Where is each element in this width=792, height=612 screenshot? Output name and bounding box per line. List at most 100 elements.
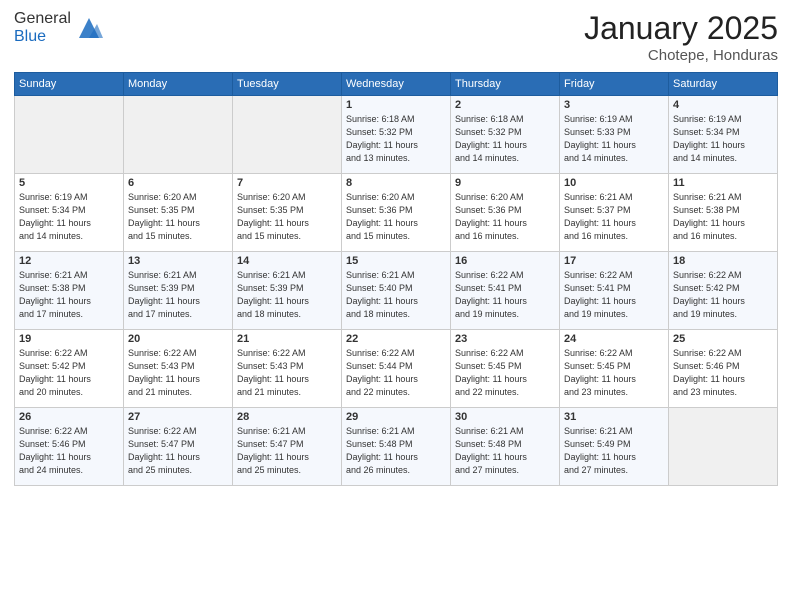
cell-info: Daylight: 11 hours — [346, 217, 446, 230]
cell-info: Daylight: 11 hours — [673, 139, 773, 152]
calendar-cell: 2Sunrise: 6:18 AMSunset: 5:32 PMDaylight… — [451, 96, 560, 174]
logo: General Blue — [14, 10, 103, 46]
cell-info: and 14 minutes. — [455, 152, 555, 165]
calendar-cell — [124, 96, 233, 174]
cell-info: Sunset: 5:33 PM — [564, 126, 664, 139]
cell-info: Sunset: 5:36 PM — [346, 204, 446, 217]
calendar-cell: 12Sunrise: 6:21 AMSunset: 5:38 PMDayligh… — [15, 252, 124, 330]
cell-info: Daylight: 11 hours — [237, 451, 337, 464]
cell-info: Sunset: 5:34 PM — [673, 126, 773, 139]
cell-info: Sunrise: 6:22 AM — [673, 347, 773, 360]
cell-info: Daylight: 11 hours — [128, 451, 228, 464]
cell-info: and 23 minutes. — [673, 386, 773, 399]
cell-info: Daylight: 11 hours — [346, 373, 446, 386]
cell-info: Sunrise: 6:22 AM — [455, 347, 555, 360]
calendar-cell: 31Sunrise: 6:21 AMSunset: 5:49 PMDayligh… — [560, 408, 669, 486]
day-number: 14 — [237, 255, 337, 267]
cell-info: Daylight: 11 hours — [237, 295, 337, 308]
calendar-cell: 16Sunrise: 6:22 AMSunset: 5:41 PMDayligh… — [451, 252, 560, 330]
day-number: 19 — [19, 333, 119, 345]
cell-info: Sunset: 5:48 PM — [346, 438, 446, 451]
cell-info: Sunset: 5:39 PM — [128, 282, 228, 295]
calendar-cell: 29Sunrise: 6:21 AMSunset: 5:48 PMDayligh… — [342, 408, 451, 486]
calendar-cell: 15Sunrise: 6:21 AMSunset: 5:40 PMDayligh… — [342, 252, 451, 330]
cell-info: Daylight: 11 hours — [237, 217, 337, 230]
cell-info: Sunset: 5:46 PM — [19, 438, 119, 451]
calendar-cell — [15, 96, 124, 174]
cell-info: and 14 minutes. — [564, 152, 664, 165]
cell-info: Daylight: 11 hours — [455, 295, 555, 308]
calendar-cell: 8Sunrise: 6:20 AMSunset: 5:36 PMDaylight… — [342, 174, 451, 252]
day-number: 23 — [455, 333, 555, 345]
calendar-cell: 22Sunrise: 6:22 AMSunset: 5:44 PMDayligh… — [342, 330, 451, 408]
day-number: 29 — [346, 411, 446, 423]
cell-info: Sunrise: 6:20 AM — [237, 191, 337, 204]
cell-info: and 18 minutes. — [237, 308, 337, 321]
cell-info: and 19 minutes. — [564, 308, 664, 321]
cell-info: and 14 minutes. — [19, 230, 119, 243]
day-number: 28 — [237, 411, 337, 423]
day-number: 3 — [564, 99, 664, 111]
cell-info: and 16 minutes. — [455, 230, 555, 243]
day-number: 16 — [455, 255, 555, 267]
cell-info: Sunset: 5:48 PM — [455, 438, 555, 451]
calendar-cell: 9Sunrise: 6:20 AMSunset: 5:36 PMDaylight… — [451, 174, 560, 252]
calendar-cell: 24Sunrise: 6:22 AMSunset: 5:45 PMDayligh… — [560, 330, 669, 408]
cell-info: Daylight: 11 hours — [19, 295, 119, 308]
cell-info: Sunset: 5:47 PM — [237, 438, 337, 451]
day-number: 9 — [455, 177, 555, 189]
cell-info: Daylight: 11 hours — [455, 451, 555, 464]
day-number: 22 — [346, 333, 446, 345]
cell-info: and 16 minutes. — [673, 230, 773, 243]
cell-info: and 14 minutes. — [673, 152, 773, 165]
cell-info: Sunrise: 6:21 AM — [237, 425, 337, 438]
cell-info: and 13 minutes. — [346, 152, 446, 165]
day-number: 20 — [128, 333, 228, 345]
month-title: January 2025 — [584, 10, 778, 47]
day-number: 5 — [19, 177, 119, 189]
cell-info: Sunset: 5:43 PM — [237, 360, 337, 373]
day-number: 18 — [673, 255, 773, 267]
cell-info: Daylight: 11 hours — [128, 295, 228, 308]
cell-info: Sunrise: 6:18 AM — [455, 113, 555, 126]
cell-info: and 21 minutes. — [128, 386, 228, 399]
calendar-week-3: 12Sunrise: 6:21 AMSunset: 5:38 PMDayligh… — [15, 252, 778, 330]
calendar-week-4: 19Sunrise: 6:22 AMSunset: 5:42 PMDayligh… — [15, 330, 778, 408]
cell-info: Sunset: 5:32 PM — [455, 126, 555, 139]
cell-info: Daylight: 11 hours — [564, 139, 664, 152]
cell-info: Sunset: 5:35 PM — [128, 204, 228, 217]
cell-info: and 20 minutes. — [19, 386, 119, 399]
day-number: 6 — [128, 177, 228, 189]
cell-info: and 27 minutes. — [564, 464, 664, 477]
cell-info: Sunrise: 6:22 AM — [346, 347, 446, 360]
calendar-cell: 19Sunrise: 6:22 AMSunset: 5:42 PMDayligh… — [15, 330, 124, 408]
cell-info: Sunrise: 6:22 AM — [564, 347, 664, 360]
cell-info: Sunrise: 6:20 AM — [128, 191, 228, 204]
cell-info: Daylight: 11 hours — [564, 295, 664, 308]
calendar-cell: 6Sunrise: 6:20 AMSunset: 5:35 PMDaylight… — [124, 174, 233, 252]
calendar-cell: 10Sunrise: 6:21 AMSunset: 5:37 PMDayligh… — [560, 174, 669, 252]
day-number: 30 — [455, 411, 555, 423]
cell-info: and 24 minutes. — [19, 464, 119, 477]
cell-info: Daylight: 11 hours — [564, 373, 664, 386]
cell-info: Sunrise: 6:20 AM — [455, 191, 555, 204]
day-number: 21 — [237, 333, 337, 345]
cell-info: Daylight: 11 hours — [673, 295, 773, 308]
cell-info: Sunset: 5:32 PM — [346, 126, 446, 139]
cell-info: Sunrise: 6:21 AM — [346, 269, 446, 282]
calendar-cell: 11Sunrise: 6:21 AMSunset: 5:38 PMDayligh… — [669, 174, 778, 252]
calendar-cell: 17Sunrise: 6:22 AMSunset: 5:41 PMDayligh… — [560, 252, 669, 330]
cell-info: Daylight: 11 hours — [673, 373, 773, 386]
calendar-cell: 4Sunrise: 6:19 AMSunset: 5:34 PMDaylight… — [669, 96, 778, 174]
day-number: 8 — [346, 177, 446, 189]
cell-info: Sunrise: 6:22 AM — [19, 425, 119, 438]
calendar-cell: 20Sunrise: 6:22 AMSunset: 5:43 PMDayligh… — [124, 330, 233, 408]
cell-info: Sunrise: 6:21 AM — [237, 269, 337, 282]
cell-info: Sunrise: 6:19 AM — [564, 113, 664, 126]
cell-info: Sunrise: 6:21 AM — [673, 191, 773, 204]
cell-info: Daylight: 11 hours — [564, 451, 664, 464]
cell-info: Sunset: 5:38 PM — [19, 282, 119, 295]
cell-info: Sunset: 5:43 PM — [128, 360, 228, 373]
cell-info: Daylight: 11 hours — [564, 217, 664, 230]
header-sunday: Sunday — [15, 73, 124, 96]
